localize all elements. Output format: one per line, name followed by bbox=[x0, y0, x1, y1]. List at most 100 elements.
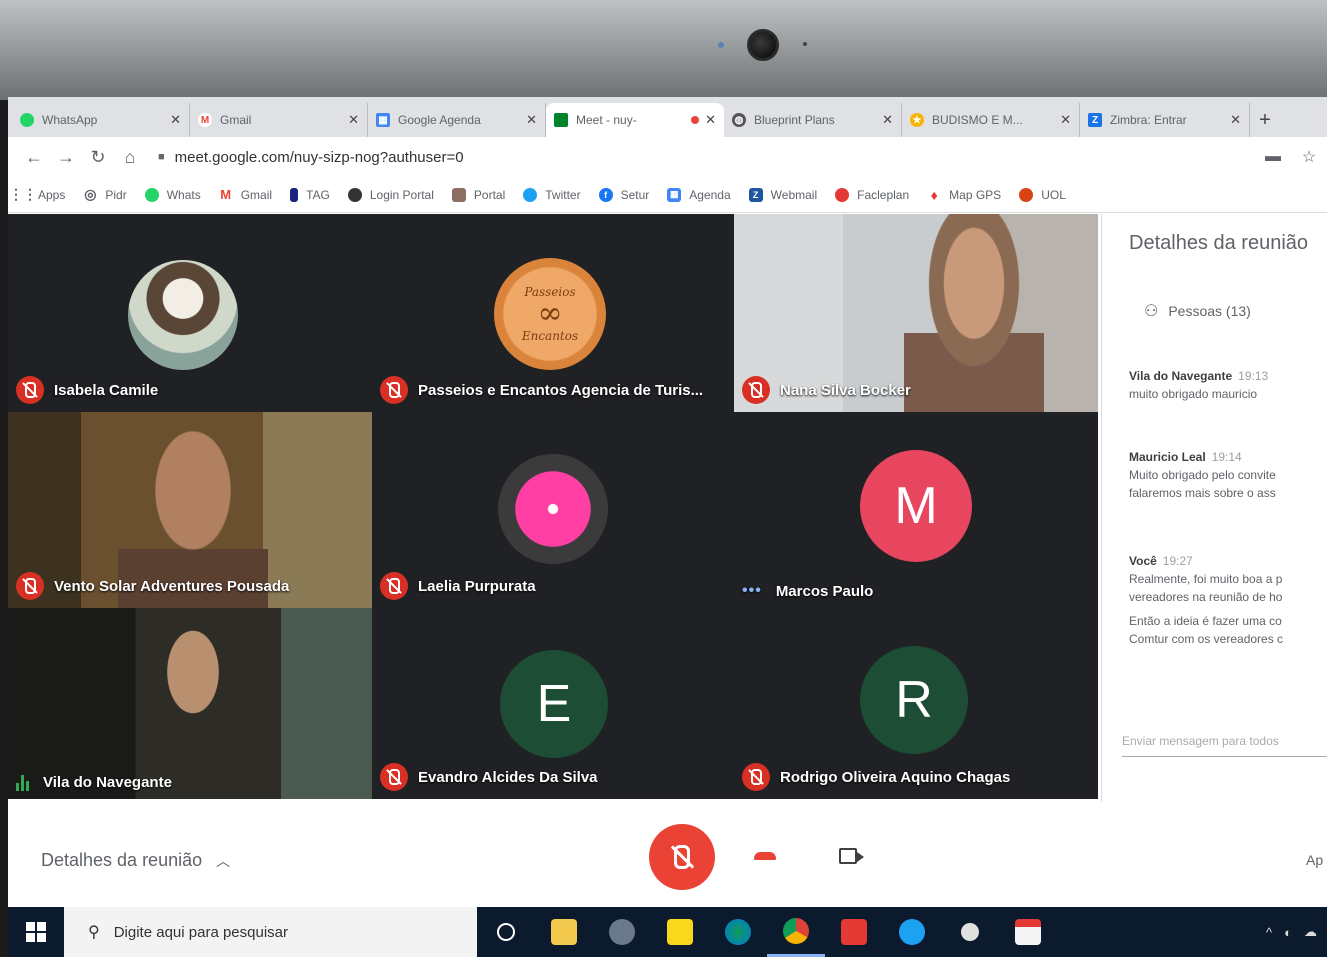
forward-arrow-icon[interactable]: → bbox=[50, 147, 82, 168]
participant-tile[interactable]: Isabela Camile bbox=[8, 214, 372, 412]
chrome-icon[interactable] bbox=[767, 907, 825, 957]
chat-input[interactable]: Enviar mensagem para todos bbox=[1122, 734, 1327, 757]
participant-tile[interactable]: M ••• Marcos Paulo bbox=[734, 412, 1098, 608]
bookmark-map-gps[interactable]: ♦ Map GPS bbox=[927, 186, 1002, 203]
close-icon[interactable]: ✕ bbox=[1060, 112, 1071, 128]
windows-icon bbox=[26, 922, 46, 942]
cortana-icon[interactable] bbox=[477, 907, 535, 957]
bookmark-star-icon[interactable]: ☆ bbox=[1291, 147, 1327, 167]
cloud-icon[interactable]: ☁ bbox=[1304, 924, 1317, 940]
whatsapp-icon bbox=[20, 113, 34, 127]
start-button[interactable] bbox=[8, 907, 64, 957]
participant-tile[interactable]: Nana Silva Bocker bbox=[734, 214, 1098, 412]
zimbra-icon: Z bbox=[1088, 113, 1102, 127]
new-tab-button[interactable]: + bbox=[1250, 103, 1280, 137]
home-icon[interactable]: ⌂ bbox=[114, 147, 146, 168]
bookmark-tag[interactable]: TAG bbox=[290, 187, 330, 202]
participant-tile[interactable]: Laelia Purpurata bbox=[372, 412, 734, 608]
mic-off-icon bbox=[380, 572, 408, 600]
portal-icon bbox=[451, 187, 466, 202]
meeting-details-button[interactable]: Detalhes da reunião ︿ bbox=[41, 850, 230, 871]
office-icon[interactable] bbox=[825, 907, 883, 957]
facebook-icon: f bbox=[598, 187, 613, 202]
gmail-icon: M bbox=[220, 187, 232, 202]
participant-name: Nana Silva Bocker bbox=[780, 381, 911, 399]
present-button[interactable]: Ap bbox=[1306, 852, 1323, 868]
bookmarks-bar: ⋮⋮ Apps ◎ Pidr Whats M Gmail TAG Login Port… bbox=[8, 177, 1327, 213]
close-icon[interactable]: ✕ bbox=[526, 112, 537, 128]
network-icon[interactable]: ◐ bbox=[1284, 925, 1292, 940]
participant-tile[interactable]: R Rodrigo Oliveira Aquino Chagas bbox=[734, 608, 1098, 799]
browser-tab-active[interactable]: Meet - nuy- ✕ bbox=[546, 103, 724, 137]
participant-tile[interactable]: Passeios ∞ Encantos Passeios e Encantos … bbox=[372, 214, 734, 412]
browser-tab[interactable]: WhatsApp ✕ bbox=[12, 103, 190, 137]
mic-toggle-button[interactable] bbox=[649, 824, 715, 890]
bookmark-facleplan[interactable]: Facleplan bbox=[835, 187, 909, 202]
settings-gear-icon[interactable] bbox=[593, 907, 651, 957]
back-arrow-icon[interactable]: ← bbox=[18, 147, 50, 168]
participant-name: Isabela Camile bbox=[54, 381, 159, 399]
settings-icon[interactable] bbox=[941, 907, 999, 957]
hang-up-button[interactable] bbox=[745, 836, 785, 876]
close-icon[interactable]: ✕ bbox=[170, 112, 181, 128]
camera-toggle-button[interactable] bbox=[828, 836, 868, 876]
chevron-up-icon[interactable]: ^ bbox=[1266, 925, 1272, 940]
participant-video bbox=[148, 624, 238, 744]
close-icon[interactable]: ✕ bbox=[705, 112, 716, 128]
participant-tile[interactable]: Vento Solar Adventures Pousada bbox=[8, 412, 372, 608]
reload-icon[interactable]: ↻ bbox=[82, 147, 114, 168]
bookmark-gmail[interactable]: M Gmail bbox=[219, 187, 272, 202]
bookmark-pidr[interactable]: ◎ Pidr bbox=[83, 186, 126, 202]
flower-photo bbox=[498, 454, 608, 564]
people-icon: ⚇ bbox=[1144, 303, 1159, 320]
close-icon[interactable]: ✕ bbox=[348, 112, 359, 128]
more-dots-icon: ••• bbox=[742, 582, 762, 599]
laptop-bezel bbox=[0, 0, 1327, 100]
bookmark-icon bbox=[290, 187, 299, 202]
bookmark-webmail[interactable]: Z Webmail bbox=[748, 187, 817, 202]
apps-grid-icon: ⋮⋮ bbox=[9, 186, 37, 202]
bookmark-login-portal[interactable]: Login Portal bbox=[347, 187, 434, 202]
calendar-icon: ▦ bbox=[667, 187, 682, 202]
bookmark-whats[interactable]: Whats bbox=[144, 187, 201, 202]
browser-tab[interactable]: ◍ Blueprint Plans ✕ bbox=[724, 103, 902, 137]
video-camera-icon bbox=[839, 848, 864, 864]
browser-tab[interactable]: ★ BUDISMO E M... ✕ bbox=[902, 103, 1080, 137]
camera-permission-icon[interactable]: ▬ bbox=[1255, 148, 1291, 166]
map-pin-icon: ♦ bbox=[930, 186, 938, 203]
globe-icon: ◍ bbox=[732, 113, 746, 127]
bookmark-twitter[interactable]: Twitter bbox=[523, 187, 581, 202]
zimbra-icon: Z bbox=[748, 187, 763, 202]
participant-tile[interactable]: Vila do Navegante bbox=[8, 608, 372, 799]
bookmark-agenda[interactable]: ▦ Agenda bbox=[667, 187, 731, 202]
bookmark-uol[interactable]: UOL bbox=[1019, 187, 1066, 202]
people-tab[interactable]: ⚇ Pessoas (13) bbox=[1144, 301, 1251, 321]
taskbar-search[interactable]: ⚲ Digite aqui para pesquisar bbox=[64, 907, 477, 957]
meeting-details-panel: Detalhes da reunião ⚇ Pessoas (13) Vila … bbox=[1101, 214, 1327, 804]
browser-tab[interactable]: M Gmail ✕ bbox=[190, 103, 368, 137]
browser-tab[interactable]: ▦ Google Agenda ✕ bbox=[368, 103, 546, 137]
bookmark-portal[interactable]: Portal bbox=[451, 187, 505, 202]
bookmark-apps[interactable]: ⋮⋮ Apps bbox=[9, 186, 65, 202]
participant-name: Laelia Purpurata bbox=[418, 577, 536, 595]
call-controls-bar: Detalhes da reunião ︿ Ap bbox=[8, 802, 1327, 907]
address-bar[interactable]: ■ meet.google.com/nuy-sizp-nog?authuser=… bbox=[158, 149, 1255, 166]
mic-off-icon bbox=[742, 763, 770, 791]
browser-tab[interactable]: Z Zimbra: Entrar ✕ bbox=[1080, 103, 1250, 137]
sticky-notes-icon[interactable] bbox=[651, 907, 709, 957]
participant-tile[interactable]: E Evandro Alcides Da Silva bbox=[372, 608, 734, 799]
panel-title: Detalhes da reunião bbox=[1129, 232, 1309, 254]
close-icon[interactable]: ✕ bbox=[882, 112, 893, 128]
screen: WhatsApp ✕ M Gmail ✕ ▦ Google Agenda ✕ Meet -… bbox=[8, 97, 1327, 957]
participant-name: Rodrigo Oliveira Aquino Chagas bbox=[780, 768, 1011, 786]
edge-icon[interactable] bbox=[709, 907, 767, 957]
participant-name: Vila do Navegante bbox=[43, 774, 172, 791]
skype-icon[interactable] bbox=[883, 907, 941, 957]
mic-off-icon bbox=[380, 763, 408, 791]
chat-message: Você 19:27 Realmente, foi muito boa a p v… bbox=[1129, 554, 1284, 646]
bookmark-setur[interactable]: f Setur bbox=[598, 187, 649, 202]
close-icon[interactable]: ✕ bbox=[1230, 112, 1241, 128]
lifebuoy-icon bbox=[835, 187, 850, 202]
pdf-icon[interactable] bbox=[999, 907, 1057, 957]
file-explorer-icon[interactable] bbox=[535, 907, 593, 957]
